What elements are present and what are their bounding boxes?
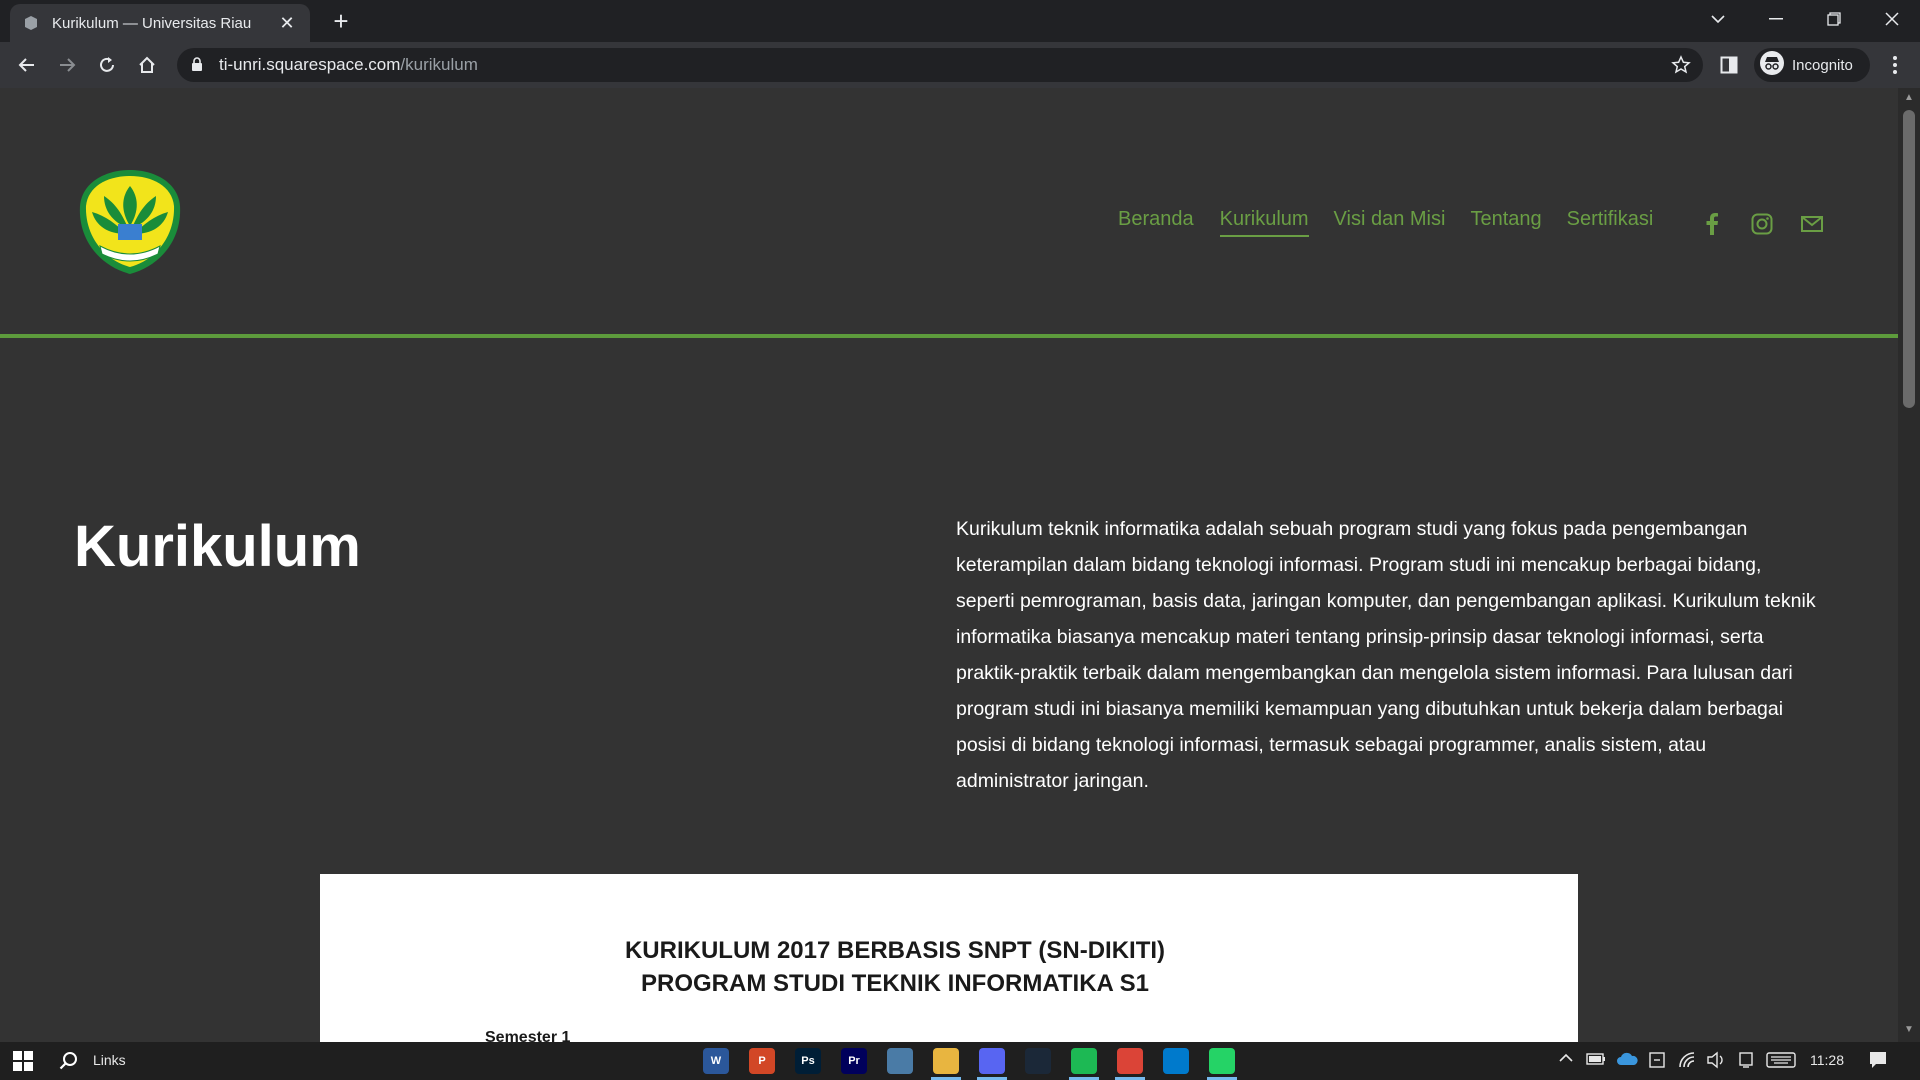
- premiere-app-icon[interactable]: Pr: [841, 1048, 867, 1074]
- search-icon[interactable]: [56, 1048, 82, 1074]
- new-tab-icon[interactable]: +: [326, 7, 356, 37]
- instagram-icon[interactable]: [1748, 210, 1776, 238]
- browser-toolbar: ti-unri.squarespace.com/kurikulum Incogn…: [0, 42, 1920, 88]
- url-host: ti-unri.squarespace.com: [219, 55, 401, 74]
- tab-title: Kurikulum — Universitas Riau: [52, 14, 252, 32]
- restore-icon[interactable]: [1806, 0, 1862, 38]
- windows-taskbar: Links W P Ps Pr 11:28: [0, 1042, 1920, 1080]
- powerpoint-app-icon[interactable]: P: [749, 1048, 775, 1074]
- browser-tab-bar: Kurikulum — Universitas Riau ✕ +: [0, 0, 1920, 42]
- document-title-line1: KURIKULUM 2017 BERBASIS SNPT (SN-DIKITI): [624, 937, 1166, 964]
- lock-icon[interactable]: [191, 56, 203, 77]
- universitas-riau-logo[interactable]: [74, 166, 186, 278]
- document-semester-label: Semester 1: [485, 1029, 571, 1042]
- home-icon[interactable]: [132, 50, 162, 80]
- email-icon[interactable]: [1798, 210, 1826, 238]
- display-icon[interactable]: [1738, 1051, 1754, 1072]
- battery-icon[interactable]: [1586, 1052, 1606, 1069]
- incognito-badge[interactable]: Incognito: [1754, 48, 1870, 82]
- url-path: /kurikulum: [400, 55, 478, 74]
- steam-app-icon[interactable]: [1025, 1048, 1051, 1074]
- onedrive-icon[interactable]: [1616, 1051, 1638, 1070]
- incognito-icon: [1760, 50, 1784, 80]
- back-arrow-icon[interactable]: [12, 50, 42, 80]
- side-panel-icon[interactable]: [1714, 50, 1744, 80]
- chrome-app-icon[interactable]: [1117, 1048, 1143, 1074]
- scroll-down-icon[interactable]: ▼: [1903, 1024, 1915, 1036]
- word-app-icon[interactable]: W: [703, 1048, 729, 1074]
- keyboard-icon[interactable]: [1766, 1052, 1796, 1071]
- url-text[interactable]: ti-unri.squarespace.com/kurikulum: [219, 55, 478, 75]
- reload-icon[interactable]: [92, 50, 122, 80]
- file-explorer-app-icon[interactable]: [933, 1048, 959, 1074]
- incognito-label: Incognito: [1792, 56, 1853, 74]
- page-scrollbar[interactable]: ▲ ▼: [1898, 88, 1920, 1042]
- curriculum-document-image: KURIKULUM 2017 BERBASIS SNPT (SN-DIKITI)…: [320, 874, 1578, 1042]
- nav-kurikulum[interactable]: Kurikulum: [1219, 208, 1309, 237]
- facebook-icon[interactable]: [1698, 210, 1726, 238]
- discord-app-icon[interactable]: [979, 1048, 1005, 1074]
- bookmark-star-icon[interactable]: [1671, 55, 1691, 80]
- close-window-icon[interactable]: [1864, 0, 1920, 38]
- nav-tentang[interactable]: Tentang: [1470, 208, 1541, 237]
- spotify-app-icon[interactable]: [1071, 1048, 1097, 1074]
- nav-visi-dan-misi[interactable]: Visi dan Misi: [1334, 208, 1446, 237]
- squarespace-favicon-icon: [22, 14, 40, 32]
- header-divider: [0, 334, 1898, 338]
- tab-close-icon[interactable]: ✕: [276, 13, 298, 34]
- vscode-app-icon[interactable]: [1163, 1048, 1189, 1074]
- photos-app-icon[interactable]: [887, 1048, 913, 1074]
- document-title: KURIKULUM 2017 BERBASIS SNPT (SN-DIKITI)…: [320, 934, 1470, 1000]
- taskbar-search-label[interactable]: Links: [93, 1052, 126, 1068]
- minimize-icon[interactable]: [1748, 0, 1804, 38]
- web-page: Beranda Kurikulum Visi dan Misi Tentang …: [0, 88, 1898, 1042]
- nav-sertifikasi[interactable]: Sertifikasi: [1567, 208, 1654, 237]
- page-title: Kurikulum: [74, 514, 361, 579]
- whatsapp-app-icon[interactable]: [1209, 1048, 1235, 1074]
- tray-chevron-icon[interactable]: [1558, 1050, 1574, 1069]
- scroll-up-icon[interactable]: ▲: [1903, 92, 1915, 104]
- document-title-line2: PROGRAM STUDI TEKNIK INFORMATIKA S1: [641, 970, 1149, 997]
- browser-menu-icon[interactable]: [1880, 50, 1910, 80]
- forward-arrow-icon[interactable]: [52, 50, 82, 80]
- tab-search-chevron-icon[interactable]: [1690, 0, 1746, 38]
- intro-paragraph: Kurikulum teknik informatika adalah sebu…: [956, 518, 1816, 792]
- scroll-thumb[interactable]: [1903, 110, 1915, 408]
- clock[interactable]: 11:28: [1810, 1052, 1844, 1068]
- network-status-icon[interactable]: [1648, 1051, 1666, 1072]
- volume-icon[interactable]: [1706, 1051, 1726, 1072]
- main-nav: Beranda Kurikulum Visi dan Misi Tentang …: [1118, 208, 1653, 237]
- windows-start-icon[interactable]: [10, 1048, 36, 1074]
- nav-beranda[interactable]: Beranda: [1118, 208, 1194, 237]
- browser-tab[interactable]: Kurikulum — Universitas Riau ✕: [10, 4, 310, 42]
- address-bar[interactable]: ti-unri.squarespace.com/kurikulum: [177, 48, 1703, 82]
- photoshop-app-icon[interactable]: Ps: [795, 1048, 821, 1074]
- wifi-icon[interactable]: [1678, 1051, 1698, 1072]
- notifications-icon[interactable]: [1868, 1050, 1888, 1073]
